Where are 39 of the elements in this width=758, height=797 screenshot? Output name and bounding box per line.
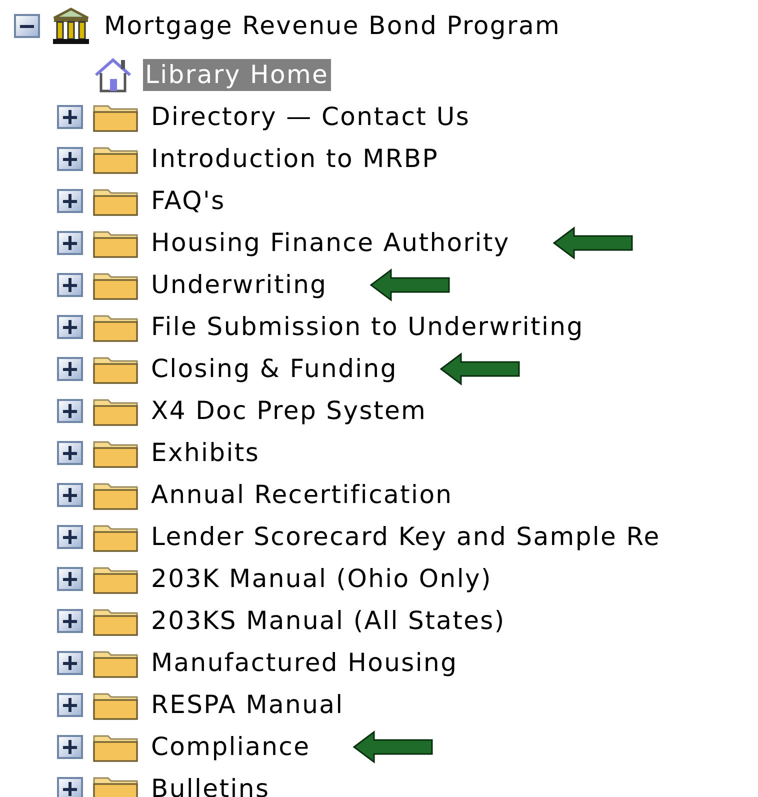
tree-item[interactable]: Manufactured Housing <box>149 646 460 680</box>
tree-item[interactable]: Directory — Contact Us <box>149 100 472 134</box>
expand-icon[interactable] <box>57 609 83 633</box>
tree-item[interactable]: Library Home <box>143 58 331 92</box>
tree-item[interactable]: 203K Manual (Ohio Only) <box>149 562 494 596</box>
tree-item[interactable]: Lender Scorecard Key and Sample Re <box>149 520 662 554</box>
tree-item[interactable]: Exhibits <box>149 436 262 470</box>
expand-icon[interactable] <box>57 147 83 171</box>
tree-item[interactable]: Compliance <box>149 730 312 764</box>
expand-icon[interactable] <box>57 105 83 129</box>
tree-item[interactable]: FAQ's <box>149 184 228 218</box>
expand-icon[interactable] <box>57 273 83 297</box>
tree-item[interactable]: Closing & Funding <box>149 352 400 386</box>
expand-icon[interactable] <box>57 777 83 797</box>
expand-icon[interactable] <box>57 483 83 507</box>
tree-item[interactable]: RESPA Manual <box>149 688 346 722</box>
tree-item[interactable]: 203KS Manual (All States) <box>149 604 508 638</box>
expand-icon[interactable] <box>57 315 83 339</box>
tree-item[interactable]: File Submission to Underwriting <box>149 310 586 344</box>
home-icon <box>93 57 133 93</box>
tree-item[interactable]: Bulletins <box>149 772 272 797</box>
expand-icon[interactable] <box>57 441 83 465</box>
tree-item[interactable]: Mortgage Revenue Bond Program <box>102 10 563 42</box>
expand-icon[interactable] <box>57 189 83 213</box>
expand-icon[interactable] <box>57 693 83 717</box>
tree-item[interactable]: Introduction to MRBP <box>149 142 441 176</box>
tree-item[interactable]: Annual Recertification <box>149 478 455 512</box>
expand-icon[interactable] <box>57 357 83 381</box>
collapse-icon[interactable] <box>14 14 40 38</box>
expand-icon[interactable] <box>57 525 83 549</box>
tree-item[interactable]: Housing Finance Authority <box>149 226 512 260</box>
tree-item[interactable]: X4 Doc Prep System <box>149 394 429 428</box>
expand-icon[interactable] <box>57 231 83 255</box>
bank-building-icon <box>50 6 92 46</box>
expand-icon[interactable] <box>57 651 83 675</box>
expand-icon[interactable] <box>57 399 83 423</box>
tree-item[interactable]: Underwriting <box>149 268 330 302</box>
expand-icon[interactable] <box>57 735 83 759</box>
expand-icon[interactable] <box>57 567 83 591</box>
